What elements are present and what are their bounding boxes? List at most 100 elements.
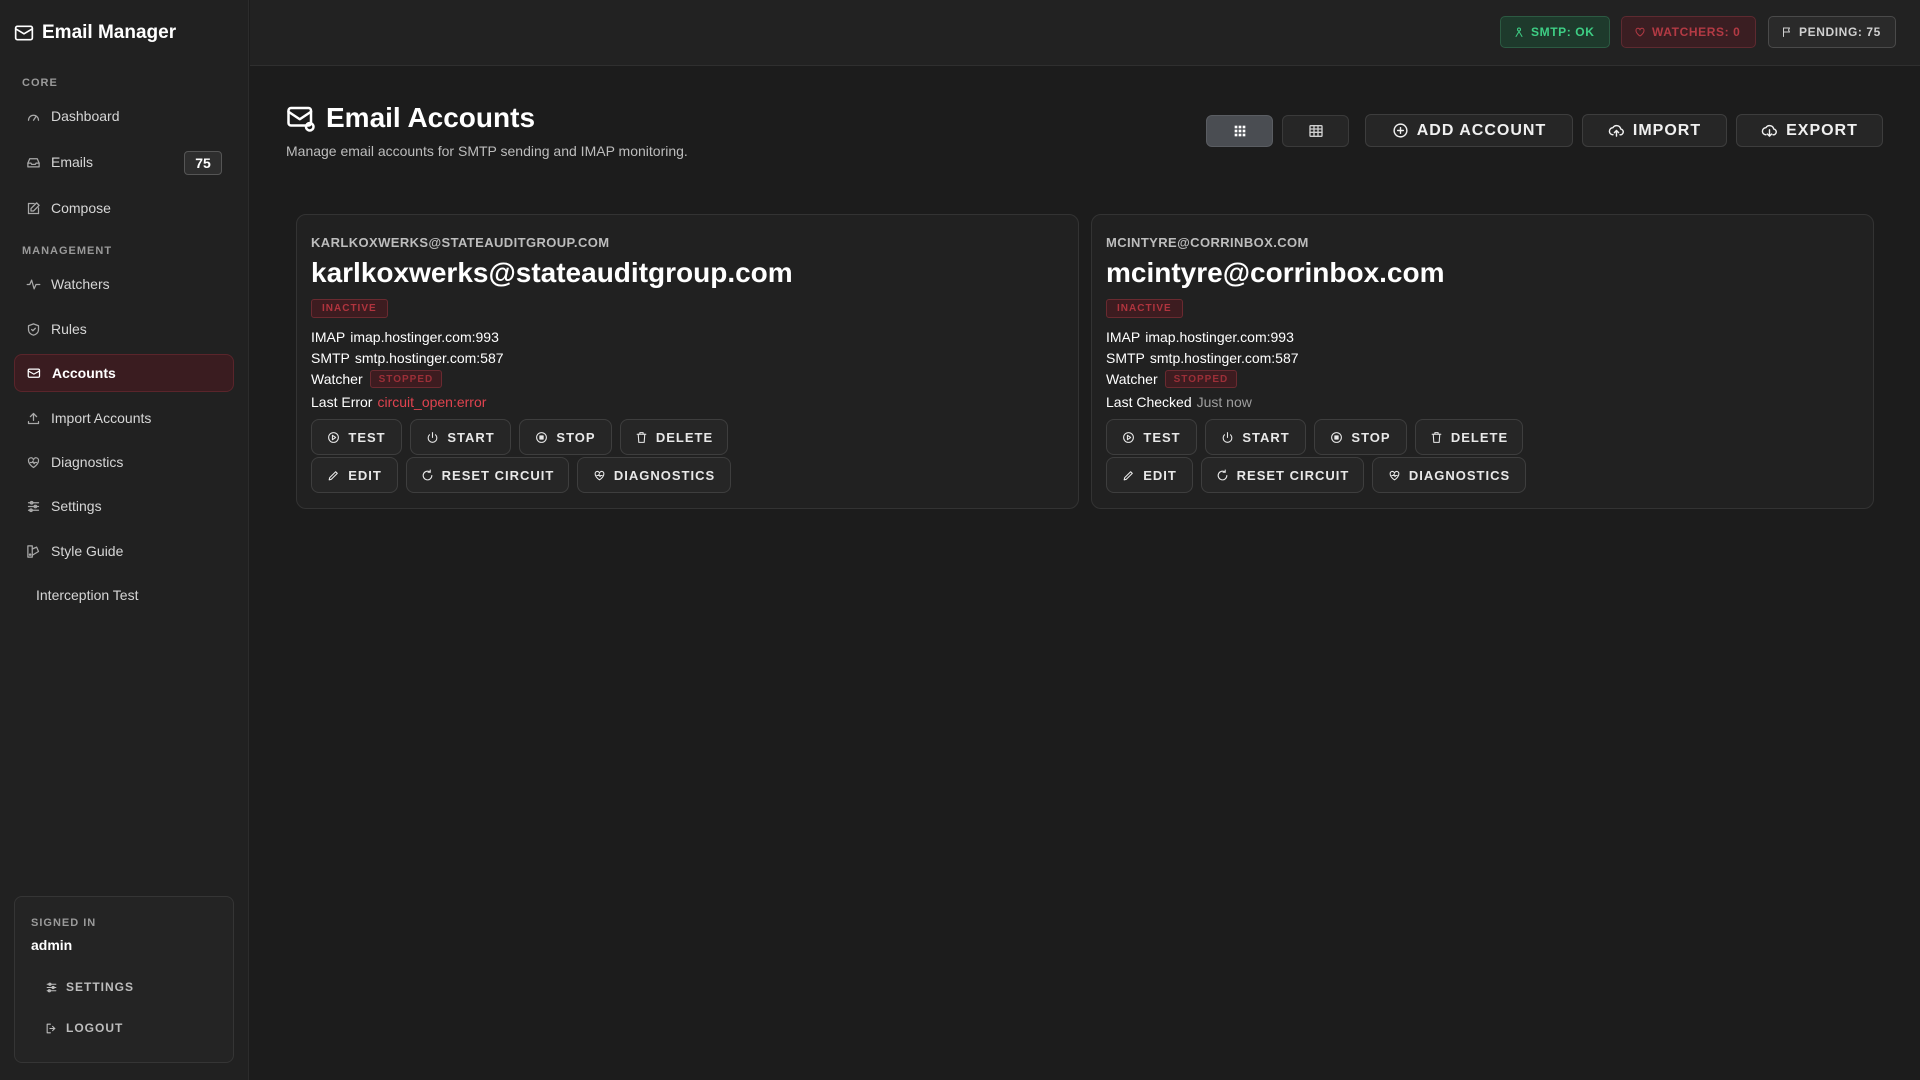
start-label: START (1242, 429, 1290, 445)
stop-button[interactable]: STOP (1314, 419, 1407, 455)
edit-label: EDIT (1143, 467, 1177, 483)
envelope-at-icon (286, 103, 316, 133)
reset-circuit-button[interactable]: RESET CIRCUIT (406, 457, 569, 493)
edit-button[interactable]: EDIT (1106, 457, 1193, 493)
sidebar-item-label: Emails (51, 154, 94, 170)
pending-status-badge[interactable]: PENDING: 75 (1768, 16, 1896, 48)
smtp-label: SMTP (311, 350, 350, 366)
last-error-value: circuit_open:error (377, 394, 487, 410)
test-label: TEST (1143, 429, 1181, 445)
diagnostics-label: DIAGNOSTICS (1408, 467, 1511, 483)
sliders-icon (26, 499, 41, 514)
user-settings-button[interactable]: SETTINGS (45, 973, 134, 1001)
reset-circuit-label: RESET CIRCUIT (1236, 467, 1350, 483)
envelope-icon (14, 23, 34, 43)
user-settings-label: SETTINGS (66, 980, 135, 994)
logout-button[interactable]: LOGOUT (45, 1014, 123, 1042)
test-button[interactable]: TEST (1106, 419, 1197, 455)
export-label: EXPORT (1786, 121, 1858, 139)
sidebar-item-label: Compose (51, 200, 111, 216)
add-account-button[interactable]: ADD ACCOUNT (1365, 114, 1573, 147)
sidebar-item-interception-test[interactable]: Interception Test (14, 576, 234, 614)
grid-view-toggle[interactable] (1206, 115, 1273, 147)
section-label-management: MANAGEMENT (22, 245, 113, 257)
sidebar-item-emails[interactable]: Emails 75 (14, 143, 234, 181)
logout-label: LOGOUT (66, 1021, 124, 1035)
edit-button[interactable]: EDIT (311, 457, 398, 493)
last-error-label: Last Error (311, 394, 373, 410)
inbox-icon (26, 155, 41, 170)
person-icon (1513, 26, 1525, 38)
table-view-toggle[interactable] (1282, 115, 1349, 147)
sliders-icon (45, 981, 58, 994)
watchers-status-text: WATCHERS: 0 (1652, 25, 1741, 39)
sidebar-item-label: Interception Test (36, 587, 139, 603)
trash-icon (635, 431, 648, 444)
imap-line: IMAP imap.hostinger.com:993 (311, 329, 499, 345)
diagnostics-button[interactable]: DIAGNOSTICS (1372, 457, 1526, 493)
account-card: KARLKOXWERKS@STATEAUDITGROUP.COM karlkox… (296, 214, 1079, 509)
section-label-core: CORE (22, 77, 58, 89)
play-circle-icon (1122, 431, 1135, 444)
gauge-icon (26, 109, 41, 124)
reset-circuit-button[interactable]: RESET CIRCUIT (1201, 457, 1364, 493)
watchers-status-badge[interactable]: WATCHERS: 0 (1621, 16, 1756, 48)
imap-line: IMAP imap.hostinger.com:993 (1106, 329, 1294, 345)
sidebar-item-accounts[interactable]: Accounts (14, 354, 234, 392)
refresh-icon (421, 469, 434, 482)
sidebar-item-label: Rules (51, 321, 87, 337)
pencil-icon (1122, 469, 1135, 482)
stop-button[interactable]: STOP (519, 419, 612, 455)
account-email: mcintyre@corrinbox.com (1106, 257, 1445, 288)
cloud-download-icon (1761, 122, 1778, 139)
start-label: START (447, 429, 495, 445)
test-label: TEST (348, 429, 386, 445)
sidebar-item-settings[interactable]: Settings (14, 487, 234, 525)
page-title: Email Accounts (286, 100, 535, 136)
last-checked-label: Last Checked (1106, 394, 1192, 410)
delete-button[interactable]: DELETE (1415, 419, 1523, 455)
power-icon (426, 431, 439, 444)
sidebar-item-label: Dashboard (51, 108, 120, 124)
sidebar-item-import-accounts[interactable]: Import Accounts (14, 399, 234, 437)
account-card: MCINTYRE@CORRINBOX.COM mcintyre@corrinbo… (1091, 214, 1874, 509)
plus-circle-icon (1392, 122, 1409, 139)
start-button[interactable]: START (1205, 419, 1306, 455)
last-checked-line: Last Checked Just now (1106, 394, 1252, 410)
cloud-upload-icon (1608, 122, 1625, 139)
stop-circle-icon (535, 431, 548, 444)
status-badge: INACTIVE (1106, 299, 1183, 318)
last-error-line: Last Error circuit_open:error (311, 394, 486, 410)
sidebar-item-style-guide[interactable]: Style Guide (14, 532, 234, 570)
smtp-status-badge[interactable]: SMTP: OK (1500, 16, 1610, 48)
sidebar-item-watchers[interactable]: Watchers (14, 265, 234, 303)
imap-value: imap.hostinger.com:993 (1145, 329, 1294, 345)
sidebar-item-rules[interactable]: Rules (14, 310, 234, 348)
export-button[interactable]: EXPORT (1736, 114, 1883, 147)
diagnostics-button[interactable]: DIAGNOSTICS (577, 457, 731, 493)
test-button[interactable]: TEST (311, 419, 402, 455)
sidebar: Email Manager CORE Dashboard Emails 75 C… (0, 0, 249, 1080)
watcher-line: Watcher STOPPED (311, 370, 443, 388)
top-status-bar: SMTP: OK WATCHERS: 0 PENDING: 75 (250, 0, 1920, 66)
sidebar-item-label: Settings (51, 498, 102, 514)
edit-label: EDIT (348, 467, 382, 483)
logout-icon (45, 1022, 58, 1035)
sidebar-item-diagnostics[interactable]: Diagnostics (14, 443, 234, 481)
sidebar-item-label: Import Accounts (51, 410, 152, 426)
sidebar-item-dashboard[interactable]: Dashboard (14, 97, 234, 135)
sidebar-item-label: Accounts (52, 365, 116, 381)
smtp-line: SMTP smtp.hostinger.com:587 (311, 350, 504, 366)
sidebar-item-compose[interactable]: Compose (14, 189, 234, 227)
watcher-line: Watcher STOPPED (1106, 370, 1238, 388)
app-brand[interactable]: Email Manager (14, 20, 176, 46)
palette-icon (26, 544, 41, 559)
watcher-status-badge: STOPPED (1164, 370, 1238, 388)
stop-circle-icon (1330, 431, 1343, 444)
delete-button[interactable]: DELETE (620, 419, 728, 455)
import-button[interactable]: IMPORT (1582, 114, 1727, 147)
start-button[interactable]: START (410, 419, 511, 455)
emails-count-badge: 75 (184, 151, 222, 175)
smtp-line: SMTP smtp.hostinger.com:587 (1106, 350, 1299, 366)
stop-label: STOP (1351, 429, 1391, 445)
